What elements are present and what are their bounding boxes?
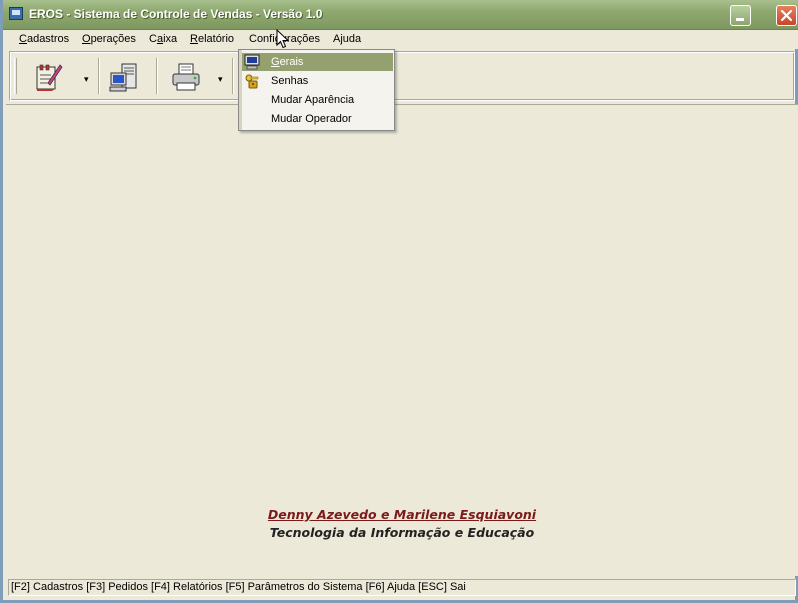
mouse-cursor-icon (276, 29, 289, 49)
toolbar-separator (156, 58, 158, 94)
menu-item-mudar-aparencia[interactable]: Mudar Aparência (242, 91, 393, 109)
keys-icon (245, 74, 259, 89)
window-title: EROS - Sistema de Controle de Vendas - V… (29, 7, 323, 21)
printer-dropdown-arrow[interactable]: ▾ (218, 74, 223, 85)
menu-caixa[interactable]: Caixa (149, 33, 177, 45)
app-icon[interactable] (9, 7, 23, 20)
toolbar-grip[interactable] (14, 58, 17, 94)
computer-icon[interactable] (108, 61, 140, 93)
toolbar: ▾ ▾ (9, 51, 795, 101)
menu-item-label: Mudar Aparência (271, 94, 355, 106)
title-bar[interactable]: EROS - Sistema de Controle de Vendas - V… (3, 0, 798, 30)
content-area: Denny Azevedo e Marilene Esquiavoni Tecn… (6, 104, 798, 576)
close-button[interactable] (776, 5, 797, 26)
close-icon (780, 9, 793, 22)
cadastros-icon[interactable] (32, 61, 64, 93)
menu-relatorio[interactable]: Relatório (190, 33, 234, 45)
menu-cadastros[interactable]: Cadastros (19, 33, 69, 45)
menu-operacoes[interactable]: Operações (82, 33, 136, 45)
cadastros-dropdown-arrow[interactable]: ▾ (84, 74, 89, 85)
menu-item-mudar-operador[interactable]: Mudar Operador (242, 110, 393, 128)
main-window: EROS - Sistema de Controle de Vendas - V… (0, 0, 798, 603)
credits-subtitle: Tecnologia da Informação e Educação (269, 525, 535, 540)
toolbar-separator (98, 58, 100, 94)
status-text: [F2] Cadastros [F3] Pedidos [F4] Relatór… (11, 581, 466, 593)
menu-bar: Cadastros Operações Caixa Relatório Conf… (6, 30, 798, 49)
toolbar-separator (232, 58, 234, 94)
menu-item-label: Senhas (271, 75, 309, 87)
menu-ajuda[interactable]: Ajuda (333, 33, 361, 45)
printer-icon[interactable] (170, 61, 202, 93)
menu-item-label: Mudar Operador (271, 113, 352, 125)
status-bar: [F2] Cadastros [F3] Pedidos [F4] Relatór… (8, 579, 796, 596)
menu-item-senhas[interactable]: Senhas (242, 72, 393, 90)
menu-item-label: Gerais (271, 56, 304, 68)
configuracoes-menu: Gerais Senhas Mudar Aparência Mudar Oper… (238, 49, 395, 131)
menu-item-gerais[interactable]: Gerais (242, 53, 393, 71)
credits-authors: Denny Azevedo e Marilene Esquiavoni (267, 507, 537, 522)
minimize-button[interactable] (730, 5, 751, 26)
monitor-icon (244, 54, 260, 70)
